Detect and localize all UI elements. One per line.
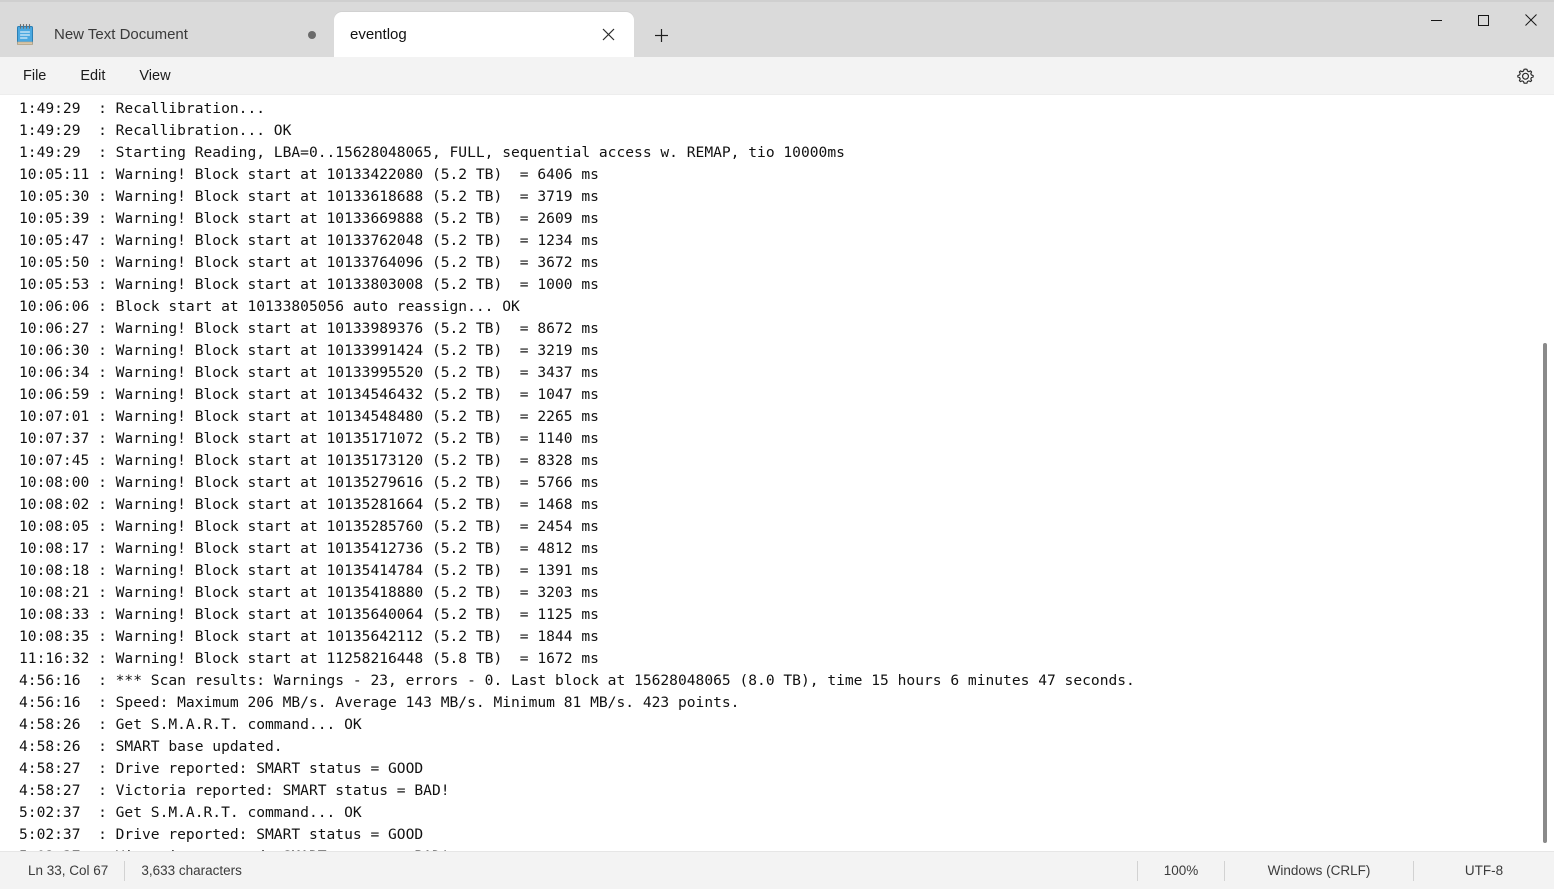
notepad-icon [14,22,36,48]
line-ending-selector[interactable]: Windows (CRLF) [1225,860,1413,882]
tab-strip: New Text Document eventlog [0,0,1413,57]
tab-label: New Text Document [54,26,188,43]
titlebar-top-edge [0,0,1554,2]
tab-new-text-document[interactable]: New Text Document [0,12,334,57]
scrollbar-thumb[interactable] [1543,343,1547,843]
menu-item-view[interactable]: View [126,63,183,89]
menu-item-file[interactable]: File [10,63,59,89]
zoom-level[interactable]: 100% [1138,860,1224,882]
maximize-button[interactable] [1460,0,1507,40]
editor-area: 1:49:29 : Recallibration... 1:49:29 : Re… [0,94,1554,851]
status-right-group: 100% Windows (CRLF) UTF-8 [1137,860,1554,882]
close-tab-icon[interactable] [594,21,622,49]
vertical-scrollbar[interactable] [1536,95,1554,851]
menu-item-edit[interactable]: Edit [67,63,118,89]
cursor-position[interactable]: Ln 33, Col 67 [0,860,124,882]
minimize-button[interactable] [1413,0,1460,40]
tab-eventlog[interactable]: eventlog [334,12,634,57]
notepad-window: New Text Document eventlog File Edit Vie… [0,0,1554,889]
status-bar: Ln 33, Col 67 3,633 characters 100% Wind… [0,851,1554,889]
tab-label: eventlog [350,26,407,43]
title-bar: New Text Document eventlog [0,0,1554,57]
menu-bar: File Edit View [0,57,1554,94]
character-count: 3,633 characters [141,863,242,878]
encoding-selector[interactable]: UTF-8 [1414,860,1554,882]
close-window-button[interactable] [1507,0,1554,40]
gear-icon[interactable] [1510,61,1540,91]
text-editor[interactable]: 1:49:29 : Recallibration... 1:49:29 : Re… [0,95,1554,851]
new-tab-button[interactable] [638,14,684,56]
tab-unsaved-dot[interactable] [308,30,316,39]
window-controls [1413,0,1554,40]
